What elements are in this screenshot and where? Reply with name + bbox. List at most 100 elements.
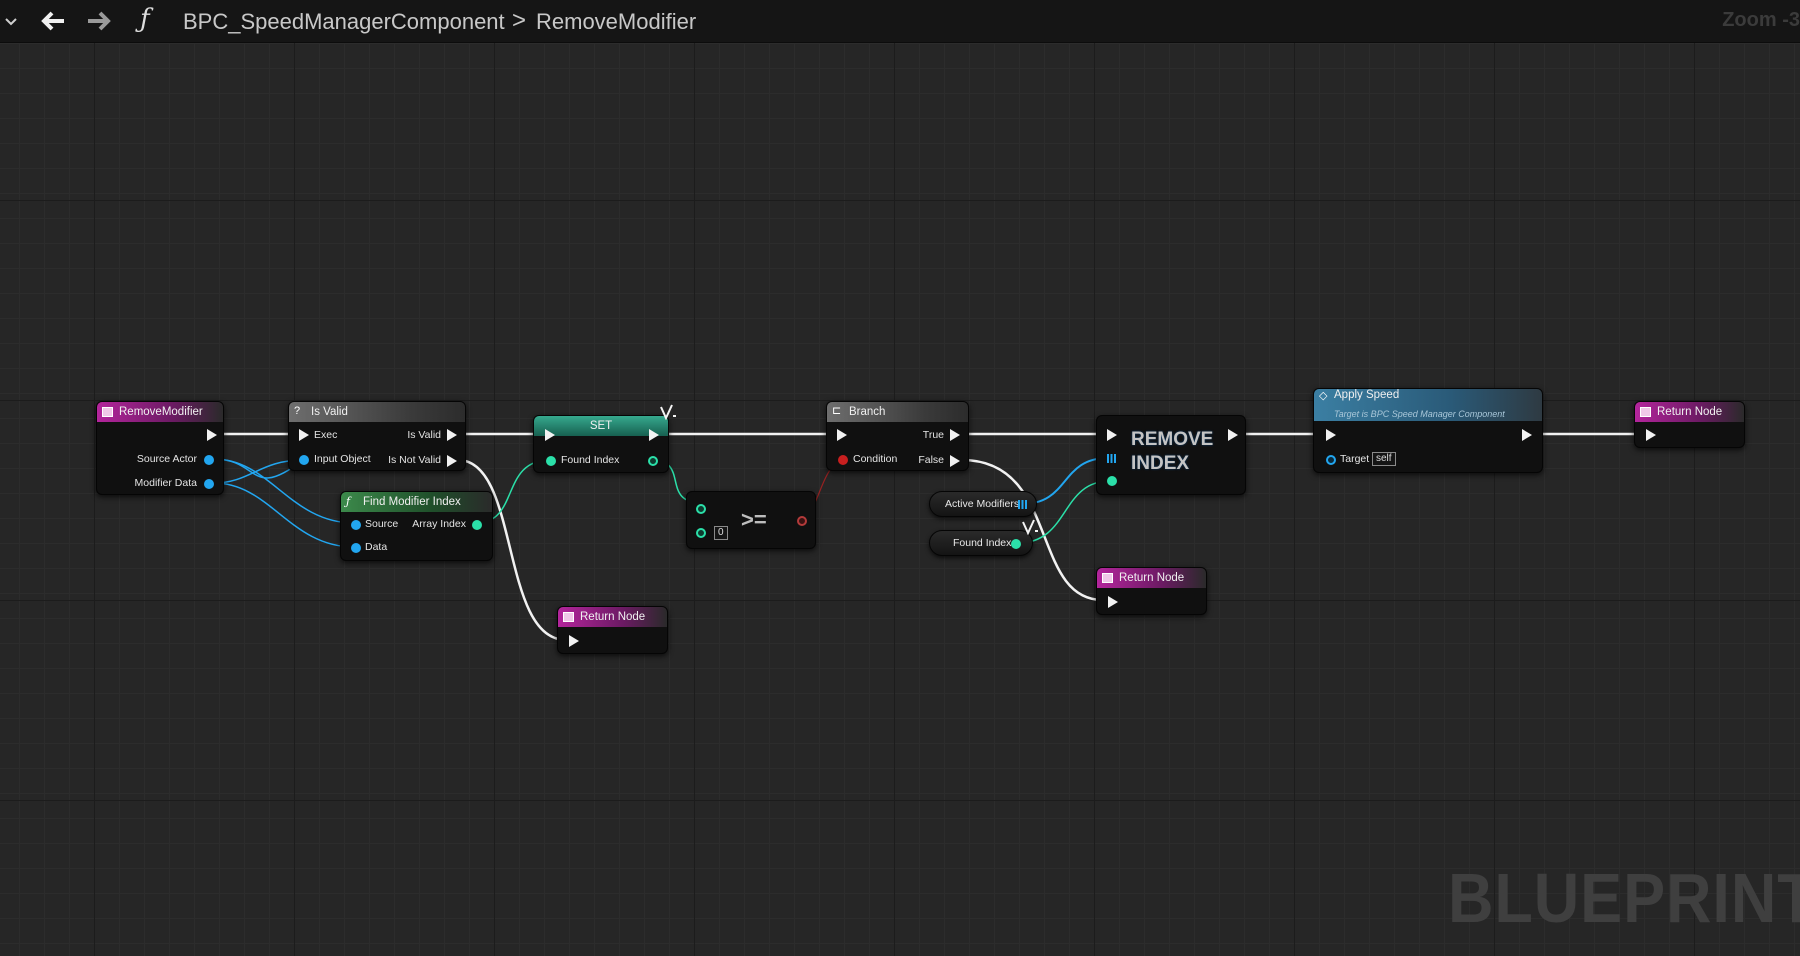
return-node[interactable]: Return Node (1634, 401, 1745, 448)
chevron-down-icon[interactable] (4, 12, 22, 32)
getter-label: Active Modifiers (945, 498, 1020, 510)
pin-label-condition: Condition (853, 453, 898, 465)
is-valid-node[interactable]: ? Is Valid Exec Is Valid Input Object Is… (288, 401, 466, 471)
pin-label-array-index: Array Index (412, 518, 466, 530)
is-valid-exec-pin[interactable] (447, 429, 457, 441)
pin-label-modifier-data: Modifier Data (134, 477, 197, 489)
exec-in-pin[interactable] (837, 429, 847, 441)
node-title: Apply Speed (1334, 389, 1400, 401)
pin-label-source: Source (365, 518, 399, 530)
target-self-value[interactable]: self (1372, 452, 1396, 466)
exec-in-pin[interactable] (1326, 429, 1336, 441)
exec-out-pin[interactable] (1228, 429, 1238, 441)
apply-speed-node[interactable]: ◇ Apply Speed Target is BPC Speed Manage… (1313, 388, 1543, 473)
source-actor-pin[interactable] (204, 455, 214, 465)
node-title: REMOVE INDEX (1131, 429, 1214, 474)
return-node-icon (563, 612, 574, 622)
find-modifier-index-node[interactable]: ƒ Find Modifier Index Source Data Array … (340, 491, 493, 561)
function-entry-icon (102, 407, 113, 417)
node-title: Return Node (1657, 406, 1723, 418)
found-index-getter[interactable]: Found Index (929, 530, 1033, 556)
found-index-out-pin[interactable] (1011, 539, 1021, 549)
pin-label-found-index: Found Index (561, 454, 620, 466)
exec-in-pin[interactable] (1646, 429, 1656, 441)
target-array-pin[interactable] (1107, 454, 1116, 463)
graph-canvas[interactable]: RemoveModifier Source Actor Modifier Dat… (0, 43, 1800, 956)
exec-in-pin[interactable] (1108, 596, 1118, 608)
compare-result-pin[interactable] (797, 516, 807, 526)
pin-label-true: True (922, 429, 944, 441)
index-pin[interactable] (1107, 476, 1117, 486)
node-title: Is Valid (311, 406, 348, 418)
remove-index-node[interactable]: REMOVE INDEX (1096, 415, 1246, 495)
exec-in-pin[interactable] (569, 635, 579, 647)
true-exec-pin[interactable] (950, 429, 960, 441)
array-pin[interactable] (1018, 500, 1027, 509)
comment-icon (660, 404, 678, 424)
question-icon: ? (294, 405, 301, 417)
node-header: ⊏ Branch (827, 402, 968, 422)
exec-out-pin[interactable] (207, 429, 217, 441)
source-pin[interactable] (351, 520, 361, 530)
greater-equal-node[interactable]: 0 >= (686, 491, 816, 549)
modifier-data-pin[interactable] (204, 479, 214, 489)
condition-pin[interactable] (838, 455, 848, 465)
function-icon: ƒ (140, 4, 150, 34)
operator-label: >= (741, 507, 767, 532)
node-header: RemoveModifier (97, 402, 223, 422)
node-header: Return Node (1635, 402, 1744, 422)
wires (213, 432, 1644, 642)
exec-out-pin[interactable] (1522, 429, 1532, 441)
is-not-valid-exec-pin[interactable] (447, 455, 457, 467)
exec-out-pin[interactable] (649, 429, 659, 441)
branch-node[interactable]: ⊏ Branch Condition True False (826, 401, 969, 471)
node-title: RemoveModifier (119, 406, 203, 418)
target-pin[interactable] (1326, 455, 1336, 465)
node-title: Branch (849, 406, 886, 418)
pin-label-target: Target (1340, 453, 1370, 465)
return-node[interactable]: Return Node (557, 606, 668, 654)
comment-icon (1022, 519, 1040, 539)
pin-label-input-object: Input Object (314, 453, 371, 465)
pin-label-exec: Exec (314, 429, 338, 441)
branch-icon: ⊏ (832, 405, 842, 417)
compare-a-pin[interactable] (696, 504, 706, 514)
pin-label-is-valid: Is Valid (407, 429, 441, 441)
blueprint-watermark: BLUEPRINT (1448, 859, 1800, 937)
pin-label-source-actor: Source Actor (136, 453, 197, 465)
pin-label-is-not-valid: Is Not Valid (388, 454, 441, 466)
getter-label: Found Index (953, 537, 1012, 549)
arrow-left-icon[interactable] (36, 6, 70, 36)
function-entry-node[interactable]: RemoveModifier Source Actor Modifier Dat… (96, 401, 224, 495)
found-index-out-pin[interactable] (648, 456, 658, 466)
active-modifiers-getter[interactable]: Active Modifiers (929, 491, 1037, 517)
node-header: Return Node (1097, 568, 1206, 588)
found-index-in-pin[interactable] (546, 456, 556, 466)
exec-in-pin[interactable] (299, 429, 309, 441)
exec-in-pin[interactable] (1107, 429, 1117, 441)
node-subtitle: Target is BPC Speed Manager Component (1334, 409, 1505, 419)
zoom-level: Zoom -3 (1722, 9, 1800, 31)
false-exec-pin[interactable] (950, 455, 960, 467)
function-call-icon: ◇ (1319, 390, 1328, 402)
node-header: ◇ Apply Speed Target is BPC Speed Manage… (1314, 389, 1542, 421)
function-icon: ƒ (346, 495, 351, 508)
arrow-right-icon[interactable] (82, 6, 116, 36)
data-pin[interactable] (351, 543, 361, 553)
node-title: Return Node (580, 611, 646, 623)
node-header: Return Node (558, 607, 667, 627)
compare-b-pin[interactable] (696, 528, 706, 538)
pin-label-false: False (918, 454, 944, 466)
node-header: ? Is Valid (289, 402, 465, 422)
return-node[interactable]: Return Node (1096, 567, 1207, 615)
breadcrumb-blueprint[interactable]: BPC_SpeedManagerComponent (183, 9, 505, 35)
breadcrumb-function[interactable]: RemoveModifier (536, 9, 696, 35)
return-node-icon (1102, 573, 1113, 583)
array-index-pin[interactable] (472, 520, 482, 530)
set-variable-node[interactable]: SET Found Index (533, 415, 669, 473)
exec-in-pin[interactable] (545, 429, 555, 441)
input-object-pin[interactable] (299, 455, 309, 465)
node-title: Find Modifier Index (363, 496, 461, 508)
compare-default-value[interactable]: 0 (714, 526, 728, 540)
graph-toolbar: ƒ BPC_SpeedManagerComponent > RemoveModi… (0, 0, 1800, 43)
